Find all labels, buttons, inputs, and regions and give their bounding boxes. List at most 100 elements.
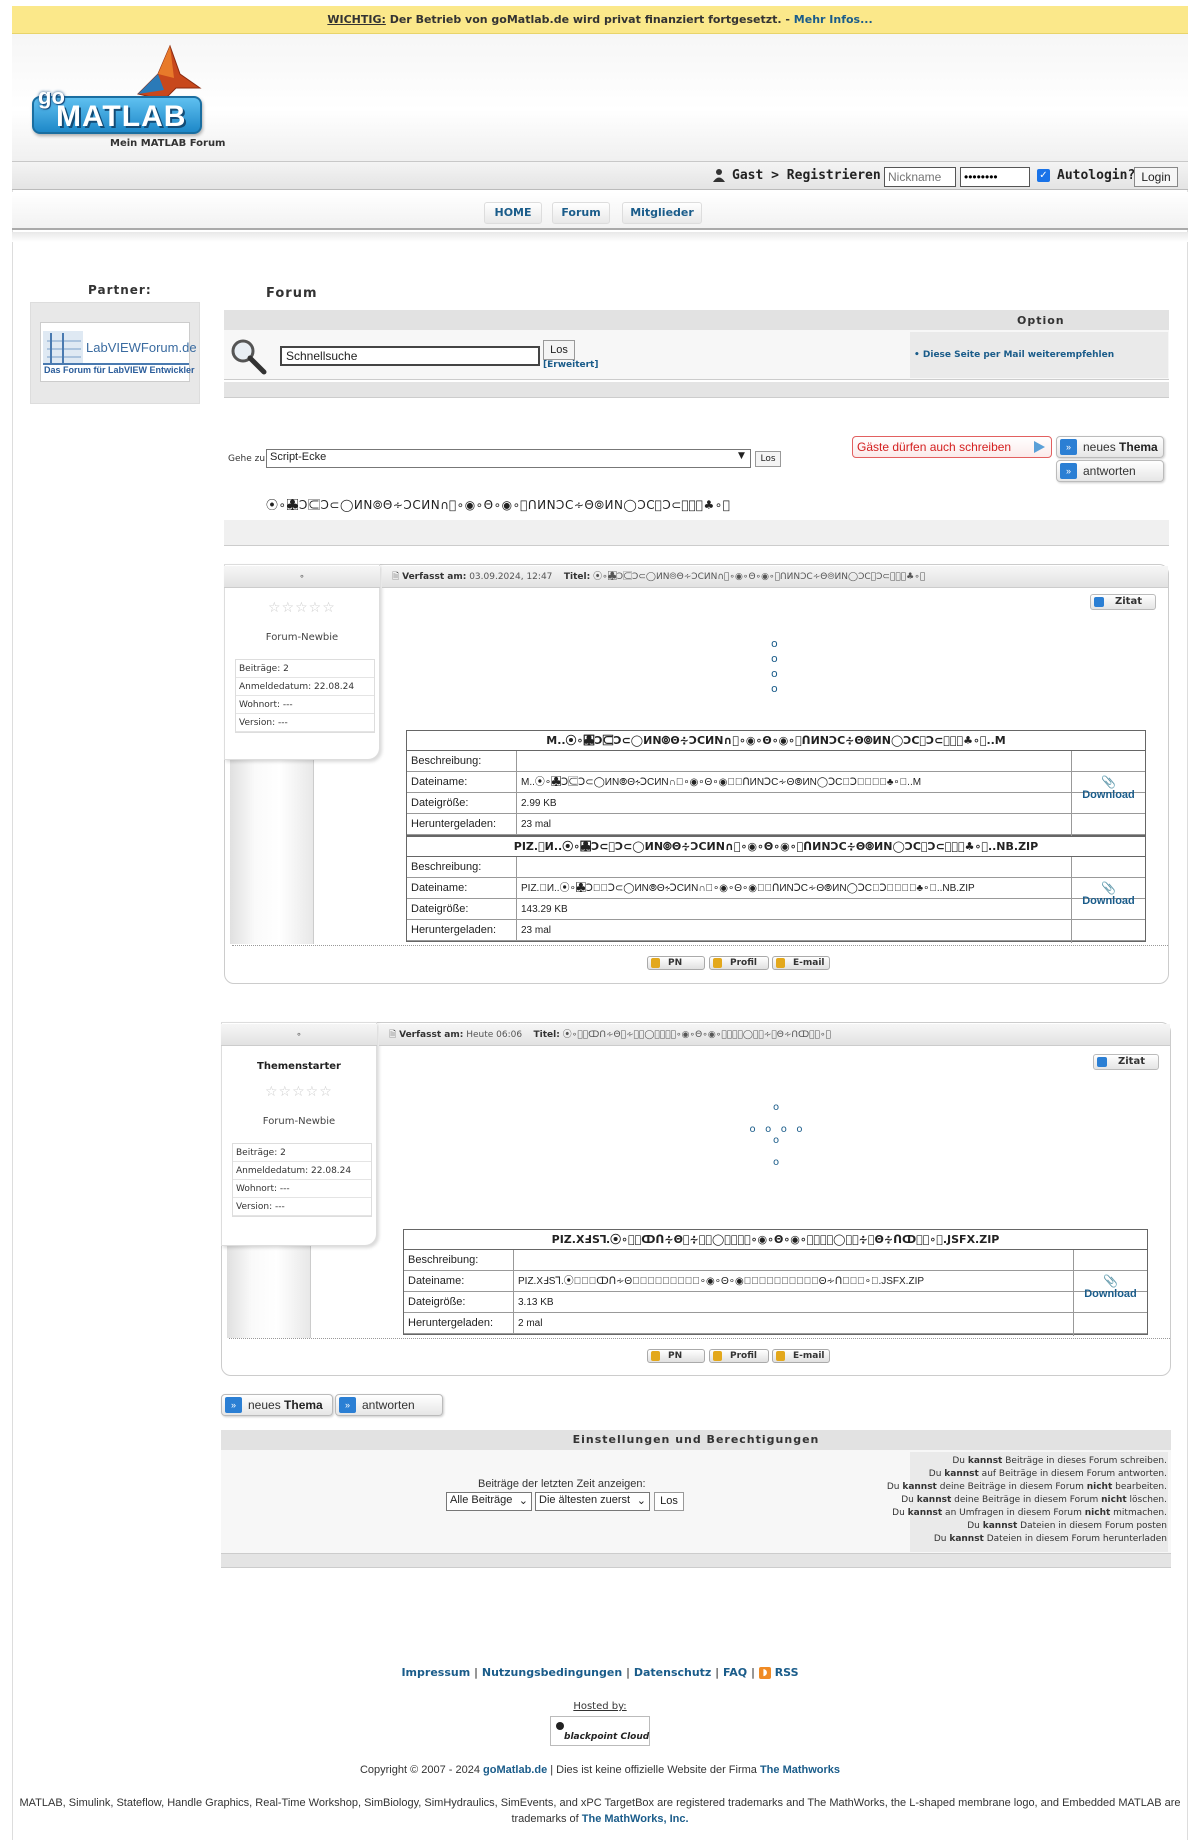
- topic-title: ⦿∘♣⃞⃞⃞Ↄ⊂⃞Ↄ⊂◯ИΝ⦾Θ∻ↃϹИΝ∩⃞∘◉∘Θ∘◉∘⃞ᑎИΝↃϹ∻Θ⦾И…: [266, 498, 731, 512]
- mathworks-link[interactable]: The Mathworks: [760, 1764, 840, 1776]
- attachment-label: Beschreibung:: [407, 751, 517, 771]
- last-posts-label: Beiträge der letzten Zeit anzeigen:: [478, 1478, 646, 1490]
- post-2-email-button[interactable]: E-mail: [772, 1349, 830, 1363]
- profile-icon: [713, 958, 722, 968]
- terms-link[interactable]: Nutzungsbedingungen: [482, 1666, 622, 1679]
- attachment-downloads: 2 mal: [518, 1318, 543, 1329]
- faq-link[interactable]: FAQ: [723, 1666, 747, 1679]
- nav-forum[interactable]: Forum: [552, 202, 610, 224]
- autologin-label: Autologin?: [1057, 168, 1136, 183]
- attachment-row-filename: Dateiname: M..⦿∘♣⃞⃞⃞Ↄ⊂⃞Ↄ⊂◯ИΝ⦾Θ∻ↃϹИΝ∩⃞∘◉∘Θ…: [407, 772, 1145, 793]
- settings-go-button[interactable]: Los: [654, 1492, 684, 1511]
- privacy-link[interactable]: Datenschutz: [634, 1666, 712, 1679]
- permission-part: deine Beiträge in diesem Forum: [951, 1495, 1102, 1505]
- reply-label: antworten: [1083, 464, 1136, 478]
- nav-home[interactable]: HOME: [484, 202, 542, 224]
- attachment-row-filename: Dateiname: PIZ.⃞И..⦿∘♣⃞⃞⃞Ↄ⊂⃞Ↄ⊂◯ИΝ⦾Θ∻ↃϹИΝ∩…: [407, 878, 1145, 899]
- permission-line: Du kannst Dateien in diesem Forum posten: [967, 1521, 1167, 1531]
- post-1-quote-button[interactable]: Zitat: [1090, 594, 1156, 610]
- order-select-value: Die ältesten zuerst: [539, 1494, 631, 1506]
- quick-search-input[interactable]: Schnellsuche: [280, 346, 540, 366]
- paperclip-icon: 📎: [1101, 775, 1116, 789]
- notice-more-link[interactable]: Mehr Infos...: [794, 13, 873, 26]
- attachment-row-downloads: Heruntergeladen: 2 mal: [404, 1313, 1147, 1334]
- pm-label: PN: [668, 958, 683, 968]
- post-1-info-location: Wohnort: ---: [236, 696, 374, 714]
- notice-prefix: WICHTIG:: [327, 13, 386, 26]
- host-name: blackpoint Cloud: [564, 1732, 650, 1742]
- attachment-label: Dateigröße:: [407, 899, 517, 919]
- post-2-author[interactable]: ∘: [296, 1030, 302, 1040]
- post-1-date: 03.09.2024, 12:47: [469, 572, 553, 582]
- permission-part: nicht: [1084, 1508, 1111, 1518]
- post-2-pm-button[interactable]: PN: [647, 1349, 705, 1363]
- new-topic-button-top[interactable]: » neues Thema: [1056, 436, 1164, 458]
- post-1-profile-button[interactable]: Profil: [709, 956, 769, 970]
- mathworks-inc-link[interactable]: The MathWorks, Inc.: [582, 1813, 689, 1825]
- reply-button-bottom[interactable]: » antworten: [335, 1394, 443, 1416]
- post-2-info-location: Wohnort: ---: [233, 1180, 371, 1198]
- post-1-email-button[interactable]: E-mail: [772, 956, 830, 970]
- permission-part: Du: [952, 1456, 968, 1466]
- jump-button[interactable]: Los: [755, 451, 781, 467]
- new-topic-button-bottom[interactable]: » neues Thema: [221, 1394, 333, 1416]
- download-link[interactable]: Download: [1074, 1288, 1147, 1300]
- order-select[interactable]: Die ältesten zuerst ⌄: [535, 1492, 650, 1511]
- post-2-date: Heute 06:06: [466, 1030, 523, 1040]
- topic-separator: [224, 520, 1169, 546]
- permission-line: Du kannst an Umfragen in diesem Forum ni…: [892, 1508, 1167, 1518]
- permission-line: Du kannst deine Beiträge in diesem Forum…: [887, 1482, 1167, 1492]
- period-select-value: Alle Beiträge: [450, 1494, 513, 1506]
- guest-register-link[interactable]: Gast > Registrieren: [732, 168, 881, 183]
- permission-part: kannst: [907, 1508, 943, 1518]
- post-2-quote-button[interactable]: Zitat: [1093, 1054, 1159, 1070]
- password-input[interactable]: [960, 167, 1030, 187]
- permission-part: kannst: [916, 1495, 952, 1505]
- reply-label: antworten: [362, 1398, 415, 1412]
- recommend-by-mail-link[interactable]: • Diese Seite per Mail weiterempfehlen: [914, 350, 1114, 360]
- search-button[interactable]: Los: [543, 340, 575, 360]
- attachment-filename: M..⦿∘♣⃞⃞⃞Ↄ⊂⃞Ↄ⊂◯ИΝ⦾Θ∻ↃϹИΝ∩⃞∘◉∘Θ∘◉∘⃞ᑎИΝↃϹ∻…: [521, 777, 922, 788]
- jump-select[interactable]: Script-Ecke: [266, 449, 751, 468]
- paperclip-icon: 📎: [1101, 881, 1116, 895]
- download-link[interactable]: Download: [1072, 789, 1145, 801]
- nav-members[interactable]: Mitglieder: [622, 202, 702, 224]
- post-1-pm-button[interactable]: PN: [647, 956, 705, 970]
- post-2-profile-button[interactable]: Profil: [709, 1349, 769, 1363]
- user-icon: [713, 169, 725, 182]
- rss-icon[interactable]: ◗: [758, 1667, 771, 1679]
- autologin-checkbox[interactable]: ✓: [1037, 169, 1050, 182]
- post-1-attachment-1: M..⦿∘♣⃞⃞⃞Ↄ⊂⃞Ↄ⊂◯ИΝ⦾Θ∻ↃϹИΝ∩⃞∘◉∘Θ∘◉∘⃞ᑎИΝↃϹ∻…: [406, 730, 1146, 837]
- attachment-size: 2.99 KB: [521, 798, 557, 809]
- post-2-info-joined: Anmeldedatum: 22.08.24: [233, 1162, 371, 1180]
- attachment-row-description: Beschreibung:: [407, 857, 1145, 878]
- site-link[interactable]: goMatlab.de: [483, 1764, 547, 1776]
- logo-matlab-text: MATLAB: [56, 100, 187, 133]
- guests-may-write-button[interactable]: Gäste dürfen auch schreiben: [852, 436, 1052, 458]
- new-topic-prefix: neues: [248, 1398, 285, 1412]
- post-1-author[interactable]: ∘: [299, 572, 305, 582]
- permission-part: nicht: [1101, 1495, 1127, 1505]
- attachment-download-cell[interactable]: 📎 Download: [1073, 1250, 1147, 1336]
- membrane-logo-icon: [137, 44, 202, 101]
- attachment-download-cell[interactable]: 📎 Download: [1071, 857, 1145, 943]
- partner-title: Partner:: [88, 283, 152, 297]
- imprint-link[interactable]: Impressum: [401, 1666, 470, 1679]
- extended-search-link[interactable]: [Erweitert]: [543, 360, 598, 370]
- attachment-download-cell[interactable]: 📎 Download: [1071, 751, 1145, 837]
- period-select[interactable]: Alle Beiträge ⌄: [446, 1492, 532, 1511]
- settings-footer-bar: [221, 1554, 1171, 1568]
- post-1-quote-label: Zitat: [1115, 596, 1142, 607]
- partner-tagline: Das Forum für LabVIEW Entwickler: [44, 365, 195, 375]
- post-1-posted-label: Verfasst am:: [402, 572, 467, 582]
- login-button[interactable]: Login: [1134, 167, 1178, 187]
- pm-icon: [651, 1351, 660, 1361]
- rss-link[interactable]: RSS: [775, 1666, 799, 1679]
- download-link[interactable]: Download: [1072, 895, 1145, 907]
- reply-button-top[interactable]: » antworten: [1056, 460, 1164, 482]
- attachment-label: Heruntergeladen:: [404, 1313, 514, 1333]
- post-2-title-label: Titel:: [533, 1030, 560, 1040]
- nickname-input[interactable]: [884, 167, 956, 187]
- permission-part: mitmachen.: [1110, 1508, 1167, 1518]
- permission-part: bearbeiten.: [1112, 1482, 1167, 1492]
